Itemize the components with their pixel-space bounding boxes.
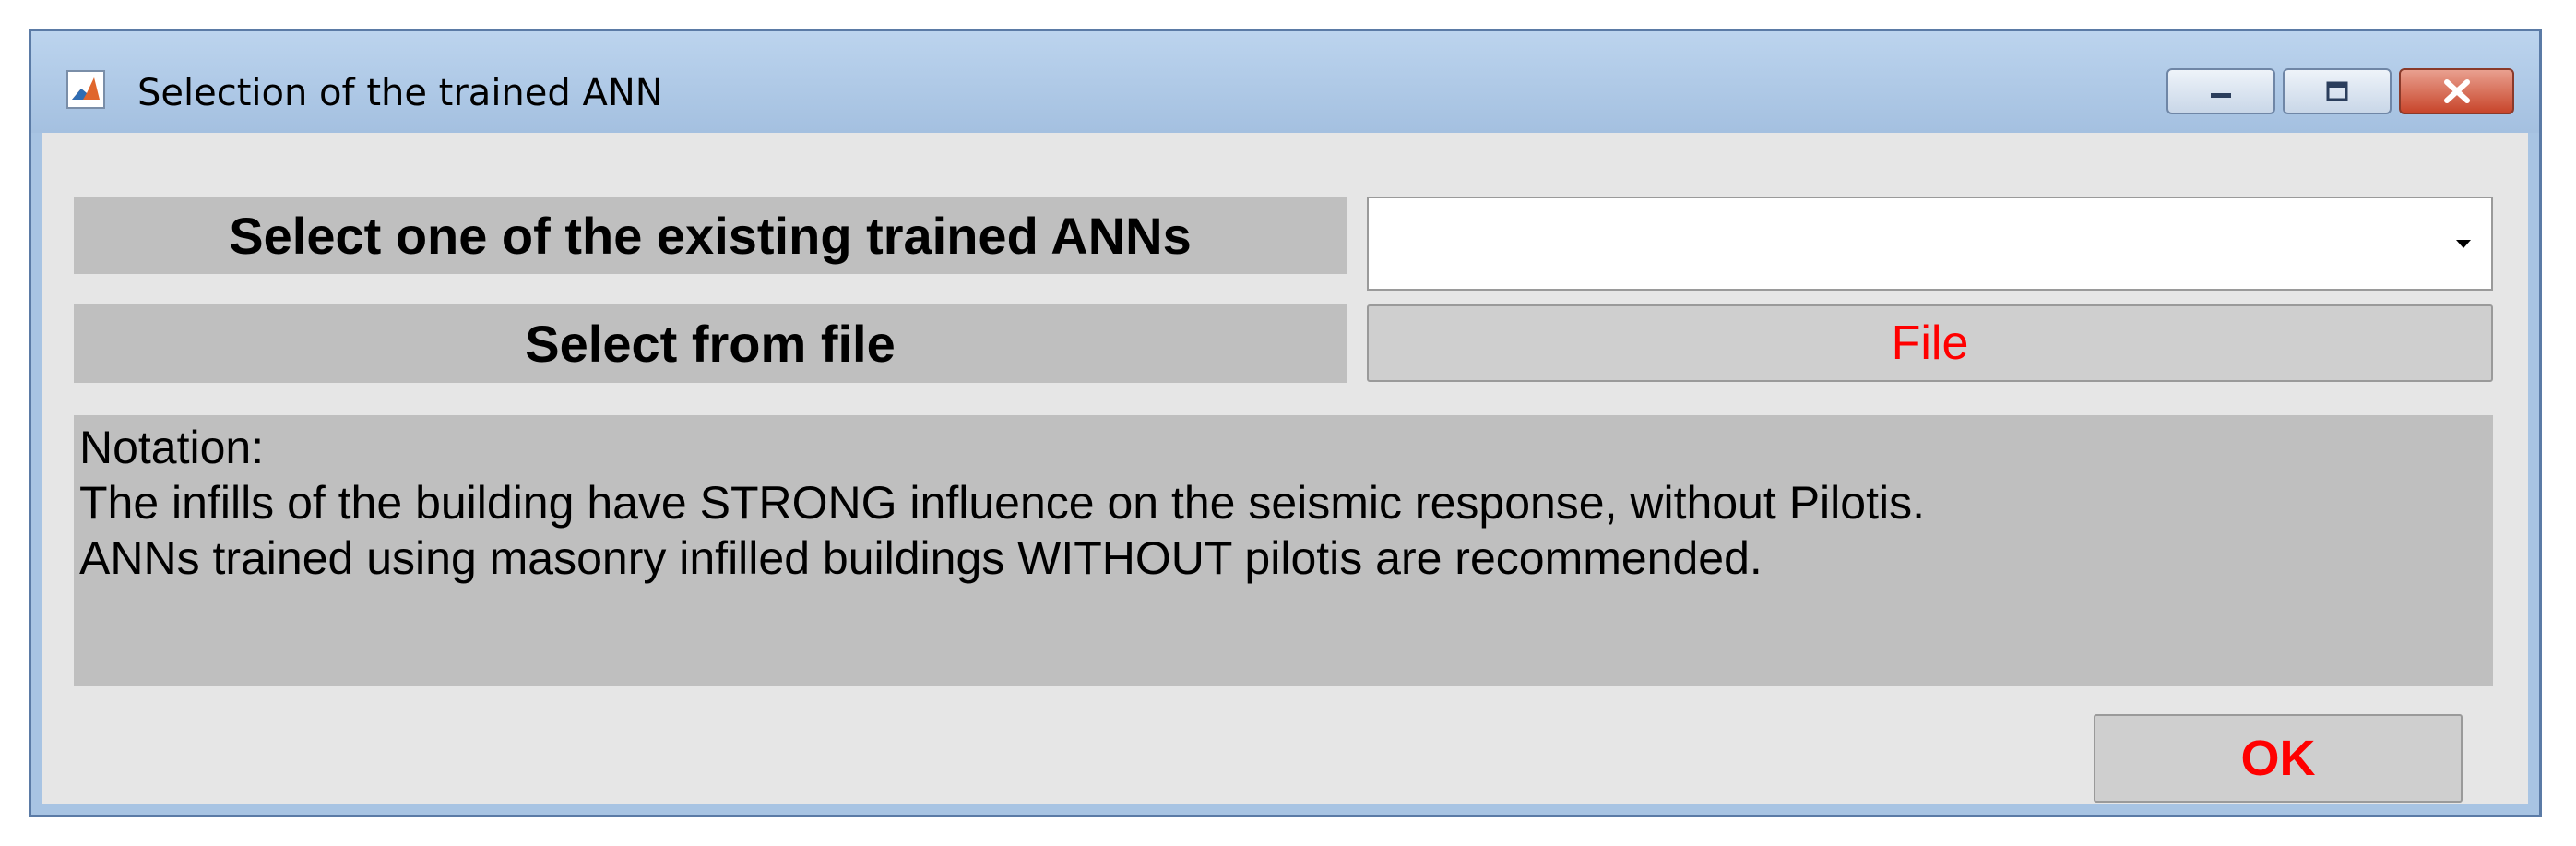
file-button[interactable]: File [1367, 304, 2493, 382]
existing-ann-dropdown[interactable] [1367, 197, 2493, 291]
minimize-button[interactable] [2166, 68, 2275, 114]
close-button[interactable] [2399, 68, 2514, 114]
close-icon [2443, 79, 2470, 103]
ok-button[interactable]: OK [2094, 714, 2463, 803]
notation-panel: Notation: The infills of the building ha… [74, 415, 2493, 686]
dialog-content: Select one of the existing trained ANNs … [42, 133, 2528, 804]
maximize-button[interactable] [2283, 68, 2392, 114]
title-bar[interactable]: Selection of the trained ANN [31, 31, 2539, 133]
dropdown-arrow[interactable] [2441, 204, 2486, 283]
maximize-icon [2326, 81, 2348, 101]
notation-line: The infills of the building have STRONG … [79, 477, 1925, 529]
notation-heading: Notation: [79, 422, 265, 473]
dialog-window: Selection of the trained ANN Select one … [29, 29, 2542, 817]
notation-line: ANNs trained using masonry infilled buil… [79, 532, 1763, 584]
window-title: Selection of the trained ANN [137, 72, 663, 114]
minimize-icon [2211, 93, 2231, 98]
existing-ann-label: Select one of the existing trained ANNs [74, 197, 1347, 274]
matlab-icon [66, 70, 105, 109]
chevron-down-icon [2456, 240, 2471, 248]
select-from-file-label: Select from file [74, 304, 1347, 383]
